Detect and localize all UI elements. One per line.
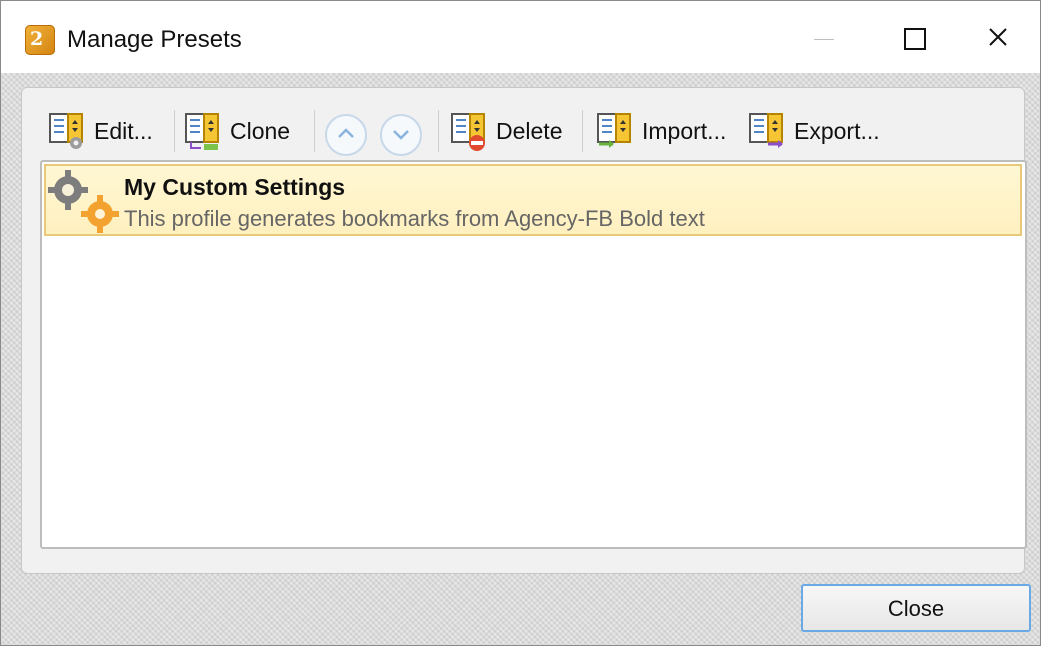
presets-list[interactable]: My Custom Settings This profile generate… (40, 160, 1027, 549)
edit-preset-icon (48, 110, 88, 152)
manage-presets-dialog: 2 Manage Presets Edit... Clone Delete Im… (0, 0, 1041, 646)
clone-preset-icon (184, 110, 224, 152)
import-button[interactable]: Import... (596, 108, 726, 154)
delete-preset-icon (450, 110, 490, 152)
close-icon (989, 28, 1007, 46)
edit-button[interactable]: Edit... (48, 108, 153, 154)
preset-list-item[interactable]: My Custom Settings This profile generate… (44, 164, 1022, 236)
import-label: Import... (642, 117, 727, 144)
toolbar-separator (438, 110, 439, 152)
maximize-button[interactable] (875, 1, 953, 73)
toolbar-separator (582, 110, 583, 152)
preset-title: My Custom Settings (124, 174, 346, 200)
export-label: Export... (794, 117, 880, 144)
minimize-button[interactable] (786, 1, 864, 73)
app-icon: 2 (25, 25, 55, 55)
title-bar: 2 Manage Presets (1, 1, 1040, 73)
presets-toolbar: Edit... Clone Delete Import... Export... (22, 88, 1024, 160)
delete-label: Delete (496, 117, 563, 144)
close-button[interactable]: Close (801, 584, 1031, 632)
delete-button[interactable]: Delete (450, 108, 562, 154)
preset-description: This profile generates bookmarks from Ag… (124, 206, 705, 231)
edit-label: Edit... (94, 117, 153, 144)
close-label: Close (887, 596, 945, 621)
clone-button[interactable]: Clone (184, 108, 290, 154)
move-down-button[interactable] (380, 114, 422, 156)
export-preset-icon (748, 110, 788, 152)
move-up-button[interactable] (325, 114, 367, 156)
close-window-button[interactable] (960, 1, 1038, 73)
import-preset-icon (596, 110, 636, 152)
presets-panel: Edit... Clone Delete Import... Export...… (21, 87, 1027, 574)
export-button[interactable]: Export... (748, 108, 880, 154)
clone-label: Clone (230, 117, 291, 144)
dialog-body: Edit... Clone Delete Import... Export...… (1, 73, 1040, 645)
move-down-icon (393, 130, 409, 140)
settings-gears-icon (48, 170, 122, 234)
toolbar-separator (314, 110, 315, 152)
toolbar-separator (174, 110, 175, 152)
window-title: Manage Presets (67, 26, 242, 53)
move-up-icon (338, 128, 354, 138)
